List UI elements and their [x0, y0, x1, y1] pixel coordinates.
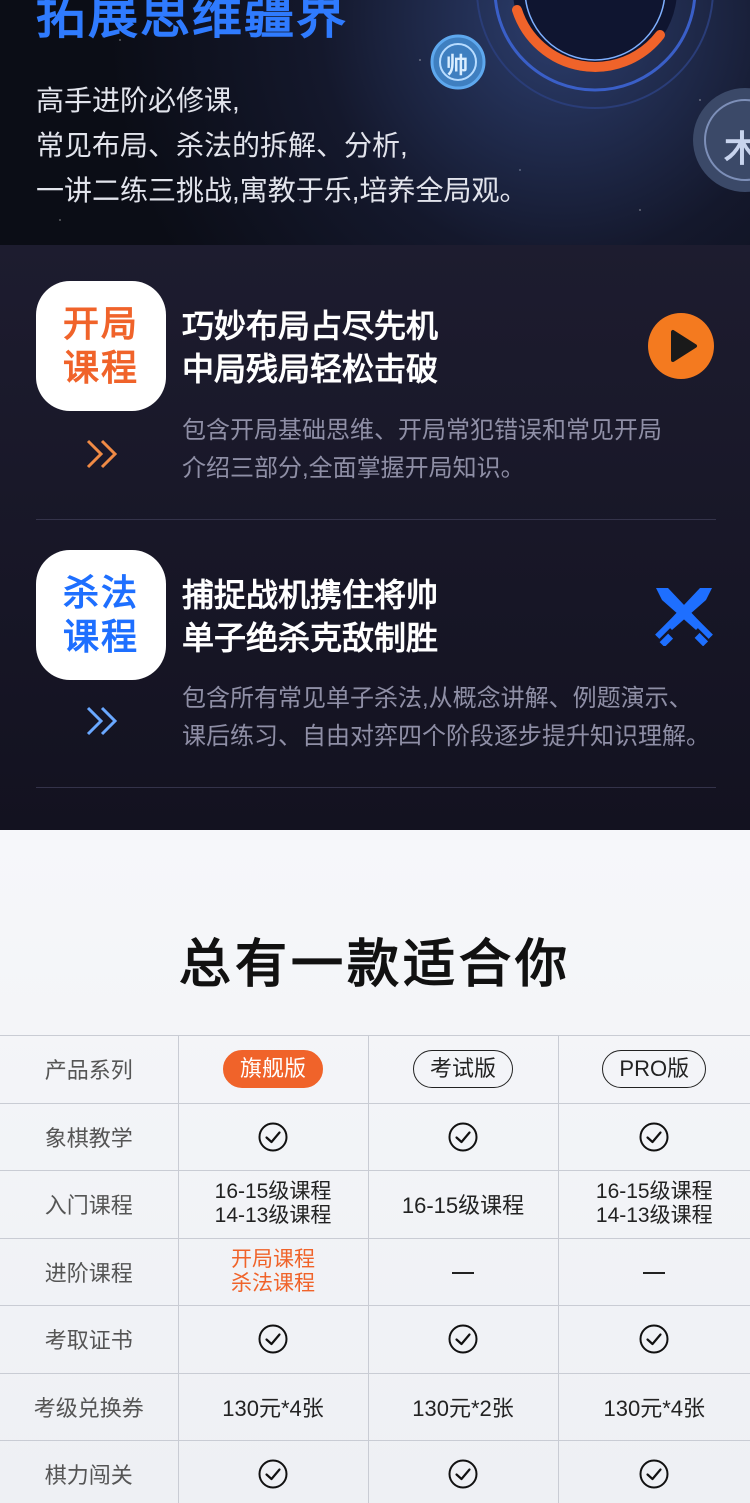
table-cell — [557, 1440, 750, 1503]
table-cell: 130元*4张 — [177, 1372, 369, 1441]
course-card-checkmate[interactable]: 杀法 课程 捕捉战机携住将帅 单子绝杀克敌制胜 包含所有常见单子杀法,从概念讲解… — [0, 550, 750, 810]
table-cell: 开局课程 杀法课程 — [177, 1237, 369, 1306]
table-cell — [557, 1237, 750, 1306]
divider — [36, 519, 716, 520]
course-headline: 捕捉战机携住将帅 单子绝杀克敌制胜 — [182, 574, 438, 660]
crossed-swords-icon — [655, 588, 713, 646]
headline-line: 中局残局轻松击破 — [182, 351, 439, 387]
double-chevron-icon — [86, 706, 118, 736]
course-card-opening[interactable]: 开局 课程 巧妙布局占尽先机 中局残局轻松击破 包含开局基础思维、开局常犯错误和… — [0, 281, 750, 541]
headline-line: 单子绝杀克敌制胜 — [182, 620, 439, 656]
cell-text-line: 杀法课程 — [231, 1271, 315, 1295]
row-label: 产品系列 — [0, 1035, 179, 1104]
double-chevron-icon — [86, 439, 118, 469]
row-label: 进阶课程 — [0, 1237, 179, 1306]
table-cell: 16-15级课程 — [367, 1170, 559, 1239]
plan-cell-pro[interactable]: PRO版 — [557, 1035, 750, 1104]
cell-text: 16-15级课程 — [401, 1193, 525, 1219]
course-list: 开局 课程 巧妙布局占尽先机 中局残局轻松击破 包含开局基础思维、开局常犯错误和… — [0, 245, 750, 830]
divider — [36, 787, 716, 788]
check-icon — [448, 1324, 478, 1354]
hero-description: 高手进阶必修课, 常见布局、杀法的拆解、分析, 一讲二练三挑战,寓教于乐,培养全… — [36, 78, 528, 213]
description-line: 课后练习、自由对弈四个阶段逐步提升知识理解。 — [182, 723, 710, 750]
cell-text: 130元*2张 — [412, 1395, 514, 1421]
cell-text-line: 16-15级课程 — [595, 1180, 713, 1204]
description-line: 包含所有常见单子杀法,从概念讲解、例题演示、 — [182, 685, 693, 712]
chess-piece-glyph: 木 — [724, 128, 750, 169]
row-label: 考级兑换券 — [0, 1372, 179, 1441]
headline-line: 巧妙布局占尽先机 — [182, 308, 439, 344]
check-icon — [639, 1122, 669, 1152]
plan-tag-exam[interactable]: 考试版 — [412, 1050, 513, 1089]
hero-line: 一讲二练三挑战,寓教于乐,培养全局观。 — [36, 175, 528, 206]
hero-title: 拓展思维疆界 — [36, 0, 348, 44]
plan-tag-pro[interactable]: PRO版 — [602, 1050, 707, 1089]
table-cell — [557, 1102, 750, 1171]
not-included-dash — [643, 1271, 666, 1274]
hero-line: 常见布局、杀法的拆解、分析, — [36, 130, 408, 161]
plan-comparison: 总有一款适合你 产品系列 旗舰版 考试版 PRO版 象棋教学 入门课程 16-15级… — [0, 830, 750, 1503]
table-cell — [177, 1440, 369, 1503]
check-icon — [258, 1324, 288, 1354]
table-cell — [367, 1237, 559, 1306]
table-cell — [177, 1305, 369, 1374]
plan-cell-flagship[interactable]: 旗舰版 — [177, 1035, 369, 1104]
cell-text-line: 14-13级课程 — [595, 1204, 713, 1228]
badge-line: 课程 — [62, 616, 139, 657]
check-icon — [448, 1459, 478, 1489]
hero-line: 高手进阶必修课, — [36, 85, 240, 116]
plan-tag-flagship[interactable]: 旗舰版 — [222, 1050, 323, 1089]
table-row: 考取证书 — [0, 1305, 750, 1374]
check-icon — [448, 1122, 478, 1152]
table-cell — [177, 1102, 369, 1171]
table-cell — [367, 1102, 559, 1171]
check-icon — [639, 1459, 669, 1489]
course-badge: 杀法 课程 — [36, 550, 166, 680]
description-line: 介绍三部分,全面掌握开局知识。 — [182, 455, 525, 482]
table-cell: 130元*4张 — [557, 1372, 750, 1441]
plan-cell-exam[interactable]: 考试版 — [367, 1035, 559, 1104]
table-cell — [367, 1440, 559, 1503]
not-included-dash — [452, 1271, 474, 1274]
cell-text-line: 16-15级课程 — [214, 1180, 332, 1204]
comparison-table: 产品系列 旗舰版 考试版 PRO版 象棋教学 入门课程 16-15级课程 14-13级… — [0, 1035, 750, 1503]
row-label: 棋力闯关 — [0, 1440, 179, 1503]
badge-line: 开局 — [62, 303, 139, 344]
cell-text-line: 14-13级课程 — [214, 1204, 332, 1228]
description-line: 包含开局基础思维、开局常犯错误和常见开局 — [182, 417, 662, 444]
course-headline: 巧妙布局占尽先机 中局残局轻松击破 — [182, 305, 438, 391]
table-cell: 16-15级课程 14-13级课程 — [557, 1170, 750, 1239]
cell-text-line: 开局课程 — [231, 1247, 315, 1271]
course-badge: 开局 课程 — [36, 281, 166, 411]
table-row: 象棋教学 — [0, 1102, 750, 1171]
row-label: 考取证书 — [0, 1305, 179, 1374]
check-icon — [258, 1459, 288, 1489]
hero-banner: 帅 木 拓展思维疆界 高手进阶必修课, 常见布局、杀法的拆解、分析, 一讲二练三… — [0, 0, 750, 245]
badge-line: 杀法 — [62, 572, 139, 613]
chess-piece-glyph: 帅 — [446, 53, 469, 78]
row-label: 入门课程 — [0, 1170, 179, 1239]
cell-text: 130元*4张 — [222, 1395, 324, 1421]
headline-line: 捕捉战机携住将帅 — [182, 577, 439, 613]
check-icon — [639, 1324, 669, 1354]
row-label: 象棋教学 — [0, 1102, 179, 1171]
table-cell: 16-15级课程 14-13级课程 — [177, 1170, 369, 1239]
table-row: 进阶课程 开局课程 杀法课程 — [0, 1237, 750, 1306]
course-description: 包含开局基础思维、开局常犯错误和常见开局 介绍三部分,全面掌握开局知识。 — [182, 412, 662, 488]
table-row: 棋力闯关 — [0, 1440, 750, 1503]
cell-text: 130元*4张 — [603, 1395, 705, 1421]
course-description: 包含所有常见单子杀法,从概念讲解、例题演示、 课后练习、自由对弈四个阶段逐步提升… — [182, 680, 710, 756]
table-row: 入门课程 16-15级课程 14-13级课程 16-15级课程 16-15级课程 14-1… — [0, 1170, 750, 1239]
section-title: 总有一款适合你 — [178, 936, 571, 994]
table-row: 考级兑换券 130元*4张 130元*2张 130元*4张 — [0, 1372, 750, 1441]
table-cell — [367, 1305, 559, 1374]
table-cell — [557, 1305, 750, 1374]
check-icon — [258, 1122, 288, 1152]
table-header-row: 产品系列 旗舰版 考试版 PRO版 — [0, 1035, 750, 1104]
badge-line: 课程 — [62, 347, 139, 388]
table-cell: 130元*2张 — [367, 1372, 559, 1441]
play-icon[interactable] — [648, 313, 714, 379]
